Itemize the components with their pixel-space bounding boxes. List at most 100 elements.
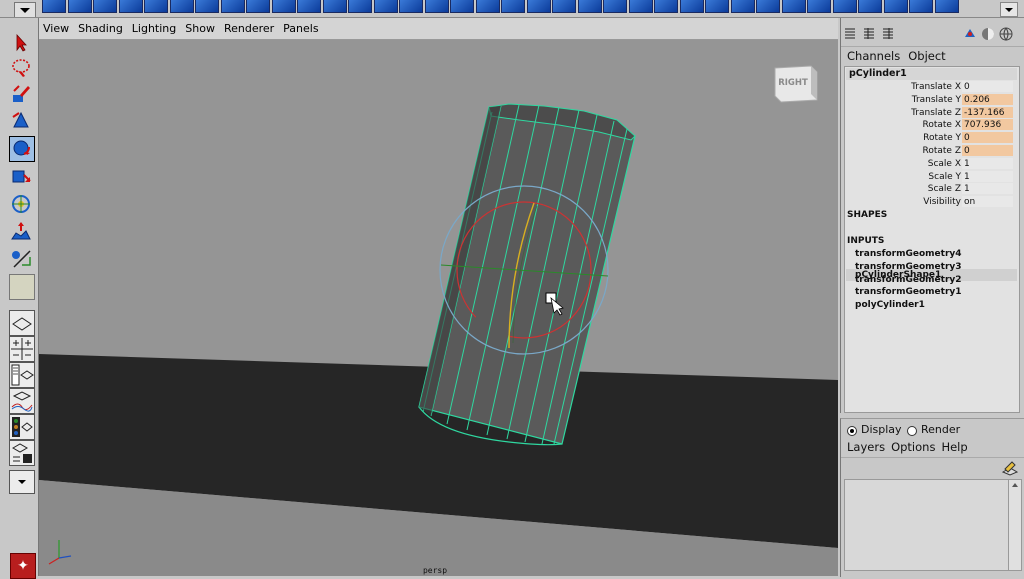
shelf-tool-icon[interactable] xyxy=(832,0,857,13)
attribute-row[interactable]: Translate Z -137.166 xyxy=(845,106,1017,119)
perspective-viewport[interactable]: RIGHT persp View Shading Lighting Show Rende… xyxy=(39,18,838,576)
layer-editor-menu-layers[interactable]: Layers xyxy=(847,440,885,454)
layer-list-scrollbar[interactable] xyxy=(1008,479,1022,571)
shelf-tool-icon[interactable] xyxy=(475,0,500,13)
lasso-tool-icon[interactable] xyxy=(9,56,33,80)
single-perspective-layout-icon[interactable] xyxy=(9,310,35,336)
shelf-menu-dropdown-button[interactable] xyxy=(14,2,36,17)
attribute-label[interactable]: Translate X xyxy=(911,81,961,93)
shelf-scroll-button[interactable] xyxy=(1000,2,1018,17)
scale-tool-icon[interactable] xyxy=(9,164,33,188)
select-tool-icon[interactable] xyxy=(9,31,33,55)
attribute-value-field[interactable]: 1 xyxy=(962,157,1013,169)
attribute-row[interactable]: Scale Z1 xyxy=(845,183,1017,195)
channel-box-menu-channels[interactable]: Channels xyxy=(847,49,900,63)
shading-ball-icon[interactable] xyxy=(982,28,994,40)
attribute-label[interactable]: Rotate Y xyxy=(923,132,961,144)
shelf-tool-icon[interactable] xyxy=(858,0,882,13)
input-node[interactable]: polyCylinder1 xyxy=(855,299,925,311)
shelf-tool-icon[interactable] xyxy=(909,0,933,13)
attribute-row[interactable]: Rotate X 707.936 xyxy=(845,119,1017,131)
shelf-tool-icon[interactable] xyxy=(424,0,449,13)
attribute-row[interactable]: Visibility on xyxy=(845,196,1017,208)
input-node[interactable]: transformGeometry3 xyxy=(855,261,962,273)
attribute-value-field[interactable]: on xyxy=(962,196,1013,208)
attribute-row[interactable]: Rotate Y0 xyxy=(845,132,1017,144)
shelf-tool-icon[interactable] xyxy=(399,0,423,13)
attribute-value-field[interactable]: 0 xyxy=(962,145,1013,156)
shelf-tool-icon[interactable] xyxy=(807,0,831,13)
attribute-value-field[interactable]: 1 xyxy=(962,183,1013,195)
attribute-label[interactable]: Translate Z xyxy=(911,107,961,119)
attribute-value-field[interactable]: 0 xyxy=(962,132,1013,144)
hypershade-persp-layout-icon[interactable] xyxy=(9,414,35,440)
persp-relationship-layout-icon[interactable] xyxy=(9,440,35,466)
display-layer-icon[interactable] xyxy=(965,29,975,37)
move-tool-icon[interactable] xyxy=(9,108,33,132)
attribute-value-field[interactable]: -137.166 xyxy=(962,106,1013,118)
shelf-tool-icon[interactable] xyxy=(730,0,755,13)
shelf-tool-icon[interactable] xyxy=(118,0,143,13)
shelf-tool-icon[interactable] xyxy=(654,0,678,13)
attribute-label[interactable]: Visibility xyxy=(923,196,961,208)
shelf-tool-icon[interactable] xyxy=(271,0,296,13)
shelf-tool-icon[interactable] xyxy=(322,0,347,13)
attribute-label[interactable]: Translate Y xyxy=(912,94,961,106)
persp-outliner-layout-icon[interactable] xyxy=(9,362,35,388)
shelf-tool-icon[interactable] xyxy=(246,0,270,13)
shelf-tool-icon[interactable] xyxy=(348,0,372,13)
shelf-tool-icon[interactable] xyxy=(628,0,653,13)
attribute-value-field[interactable]: 707.936 xyxy=(962,119,1013,131)
toolbox-layouts-dropdown-button[interactable] xyxy=(9,470,35,494)
paint-select-tool-icon[interactable] xyxy=(9,82,33,106)
universal-manipulator-icon[interactable] xyxy=(9,192,33,216)
shelf-tool-icon[interactable] xyxy=(220,0,245,13)
attribute-row[interactable]: Scale X1 xyxy=(845,157,1017,170)
persp-graph-layout-icon[interactable] xyxy=(9,388,35,414)
shelf-tool-icon[interactable] xyxy=(67,0,92,13)
viewport-menu-renderer[interactable]: Renderer xyxy=(224,22,274,35)
shelf-tool-icon[interactable] xyxy=(526,0,551,13)
attribute-value-field[interactable]: 0.206 xyxy=(962,93,1013,105)
shelf-tool-icon[interactable] xyxy=(195,0,219,13)
shelf-tool-icon[interactable] xyxy=(705,0,729,13)
four-view-layout-icon[interactable] xyxy=(9,336,35,362)
viewport-menu-view[interactable]: View xyxy=(43,22,69,35)
shelf-tool-icon[interactable] xyxy=(603,0,627,13)
shelf-tool-icon[interactable] xyxy=(501,0,525,13)
shelf-tool-icon[interactable] xyxy=(679,0,704,13)
attribute-editor-toggle-icon[interactable] xyxy=(864,28,874,39)
shelf-tool-icon[interactable] xyxy=(450,0,474,13)
channel-box-toggle-icon[interactable] xyxy=(845,28,855,39)
input-node[interactable]: transformGeometry1 xyxy=(855,286,962,298)
globe-icon[interactable] xyxy=(999,27,1013,41)
viewport-menu-shading[interactable]: Shading xyxy=(78,22,123,35)
shelf-tool-icon[interactable] xyxy=(552,0,576,13)
show-manipulator-tool-icon[interactable] xyxy=(9,246,33,270)
input-node[interactable]: transformGeometry2 xyxy=(855,274,962,286)
shelf-tool-icon[interactable] xyxy=(883,0,908,13)
viewport-menu-show[interactable]: Show xyxy=(185,22,215,35)
shelf-tool-icon[interactable] xyxy=(577,0,602,13)
shelf-tool-icon[interactable] xyxy=(297,0,321,13)
create-layer-icon[interactable] xyxy=(1001,460,1019,476)
channel-box-menu-object[interactable]: Object xyxy=(908,49,945,63)
layer-list[interactable] xyxy=(844,479,1018,571)
attribute-row[interactable]: Scale Y1 xyxy=(845,170,1017,183)
shelf-tool-icon[interactable] xyxy=(93,0,117,13)
shelf-tool-icon[interactable] xyxy=(144,0,168,13)
attribute-value-field[interactable]: 0 xyxy=(962,81,1013,92)
view-cube[interactable]: RIGHT xyxy=(774,65,818,103)
render-mode-radio[interactable] xyxy=(907,426,917,436)
display-mode-radio[interactable] xyxy=(847,426,857,436)
attribute-value-field[interactable]: 1 xyxy=(962,170,1013,182)
attribute-label[interactable]: Rotate X xyxy=(923,119,962,131)
attribute-row[interactable]: Translate X0 xyxy=(845,81,1017,93)
layer-editor-menu-options[interactable]: Options xyxy=(891,440,935,454)
attribute-label[interactable]: Scale Y xyxy=(928,171,961,183)
last-used-tool-icon[interactable] xyxy=(9,274,35,300)
input-node[interactable]: transformGeometry4 xyxy=(855,248,962,260)
attribute-label[interactable]: Rotate Z xyxy=(923,145,962,157)
viewport-menu-lighting[interactable]: Lighting xyxy=(132,22,176,35)
soft-modification-tool-icon[interactable] xyxy=(9,220,33,244)
